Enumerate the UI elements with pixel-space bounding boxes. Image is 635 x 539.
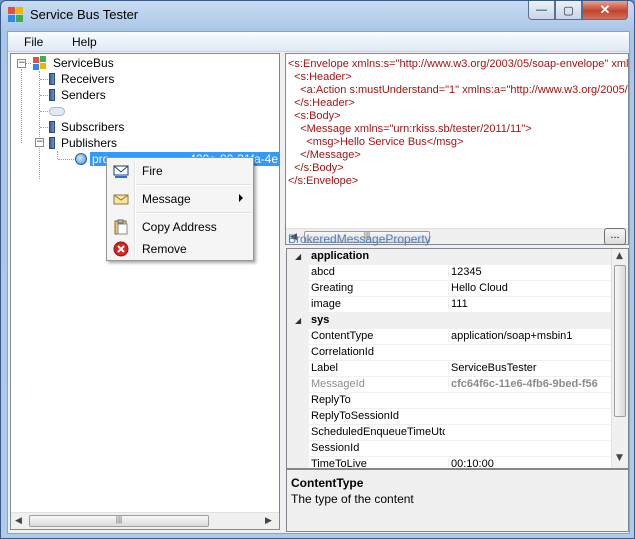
property-row[interactable]: MessageId cfc64f6c-11e6-4fb6-9bed-f56 bbox=[287, 377, 611, 393]
context-menu: Fire Message Copy Address Remove bbox=[106, 157, 254, 261]
property-row[interactable]: abcd 12345 bbox=[287, 265, 611, 281]
help-title: ContentType bbox=[291, 476, 364, 490]
help-description: The type of the content bbox=[291, 492, 414, 506]
tree-node-cloud[interactable] bbox=[49, 103, 68, 119]
servicebus-icon bbox=[32, 55, 48, 71]
globe-icon bbox=[75, 153, 87, 165]
xml-line-7: <msg>Hello Service Bus</msg> bbox=[288, 136, 464, 148]
cloud-icon bbox=[49, 106, 65, 116]
property-grid-caption: BrokeredMessageProperty bbox=[288, 232, 431, 246]
xml-line-6: <Message xmlns="urn:rkiss.sb/tester/2011… bbox=[288, 123, 532, 135]
collapse-publishers-icon[interactable]: − bbox=[35, 138, 44, 147]
title-bar[interactable]: Service Bus Tester — ▢ ✕ bbox=[1, 1, 634, 29]
tree-node-publishers[interactable]: Publishers bbox=[49, 135, 119, 151]
fire-envelope-icon bbox=[113, 163, 129, 179]
category-collapse-icon[interactable]: ◢ bbox=[295, 252, 301, 261]
tree-node-servicebus[interactable]: ServiceBus bbox=[32, 55, 116, 71]
property-grid[interactable]: ◢ application abcd 12345 Greating Hello … bbox=[286, 248, 629, 469]
subscribers-icon bbox=[49, 121, 55, 133]
scroll-down-icon[interactable]: ▼ bbox=[616, 453, 623, 463]
scroll-right-icon[interactable]: ▶ bbox=[265, 516, 272, 526]
xml-line-10: </s:Envelope> bbox=[288, 175, 359, 187]
tree-horizontal-scrollbar[interactable]: ◀ ||| ▶ bbox=[11, 512, 279, 529]
property-row[interactable]: ReplyToSessionId bbox=[287, 409, 611, 425]
submenu-arrow-icon bbox=[239, 194, 243, 202]
category-application[interactable]: ◢ application bbox=[287, 249, 611, 265]
xml-line-3: <a:Action s:mustUnderstand="1" xmlns:a="… bbox=[288, 84, 628, 96]
property-row[interactable]: ContentType application/soap+msbin1 bbox=[287, 329, 611, 345]
menu-help[interactable]: Help bbox=[72, 35, 97, 49]
property-row[interactable]: CorrelationId bbox=[287, 345, 611, 361]
menu-bar: File Help bbox=[8, 32, 629, 52]
clipboard-icon bbox=[113, 219, 129, 235]
grid-scroll-thumb[interactable] bbox=[614, 265, 626, 417]
property-row[interactable]: Greating Hello Cloud bbox=[287, 281, 611, 297]
remove-icon bbox=[113, 241, 129, 257]
service-tree[interactable]: − ServiceBus Receivers Senders Subscribe… bbox=[10, 53, 280, 530]
publishers-icon bbox=[49, 137, 55, 149]
collapse-icon[interactable]: − bbox=[17, 59, 26, 68]
xml-message-view[interactable]: <s:Envelope xmlns:s="http://www.w3.org/2… bbox=[285, 53, 629, 245]
xml-line-2: <s:Header> bbox=[288, 71, 352, 83]
context-menu-message[interactable]: Message bbox=[109, 188, 251, 210]
property-row[interactable]: SessionId bbox=[287, 441, 611, 457]
xml-line-8: </Message> bbox=[288, 149, 361, 161]
property-help-pane: ContentType The type of the content bbox=[286, 469, 629, 532]
xml-line-4: </s:Header> bbox=[288, 97, 355, 109]
tree-node-receivers[interactable]: Receivers bbox=[49, 71, 116, 87]
close-button[interactable]: ✕ bbox=[582, 1, 628, 20]
property-row[interactable]: Label ServiceBusTester bbox=[287, 361, 611, 377]
main-window: Service Bus Tester — ▢ ✕ File Help − Ser… bbox=[0, 0, 635, 539]
scroll-up-icon[interactable]: ▲ bbox=[616, 251, 623, 261]
context-menu-fire[interactable]: Fire bbox=[109, 160, 251, 182]
minimize-button[interactable]: — bbox=[528, 1, 555, 20]
client-area: File Help − ServiceBus Receivers Senders… bbox=[7, 31, 630, 534]
scroll-left-icon[interactable]: ◀ bbox=[15, 516, 22, 526]
context-menu-remove[interactable]: Remove bbox=[109, 238, 251, 260]
xml-line-9: </s:Body> bbox=[288, 162, 344, 174]
property-row[interactable]: ScheduledEnqueueTimeUtc bbox=[287, 425, 611, 441]
xml-line-1: <s:Envelope xmlns:s="http://www.w3.org/2… bbox=[288, 58, 629, 70]
receivers-icon bbox=[49, 73, 55, 85]
ellipsis-button[interactable]: ... bbox=[604, 228, 626, 245]
app-icon bbox=[8, 7, 24, 23]
property-row[interactable]: ReplyTo bbox=[287, 393, 611, 409]
window-title: Service Bus Tester bbox=[30, 7, 139, 22]
grid-vertical-scrollbar[interactable]: ▲ ▼ bbox=[611, 249, 628, 468]
context-menu-copy-address[interactable]: Copy Address bbox=[109, 216, 251, 238]
tree-scroll-thumb[interactable]: ||| bbox=[29, 515, 209, 527]
property-row[interactable]: image 111 bbox=[287, 297, 611, 313]
category-collapse-icon[interactable]: ◢ bbox=[295, 316, 301, 325]
tree-node-subscribers[interactable]: Subscribers bbox=[49, 119, 126, 135]
tree-node-senders[interactable]: Senders bbox=[49, 87, 108, 103]
xml-line-5: <s:Body> bbox=[288, 110, 341, 122]
maximize-button[interactable]: ▢ bbox=[555, 1, 582, 20]
senders-icon bbox=[49, 89, 55, 101]
property-row[interactable]: TimeToLive 00:10:00 bbox=[287, 457, 611, 468]
category-sys[interactable]: ◢ sys bbox=[287, 313, 611, 329]
message-envelope-icon bbox=[113, 191, 129, 207]
menu-file[interactable]: File bbox=[24, 35, 43, 49]
